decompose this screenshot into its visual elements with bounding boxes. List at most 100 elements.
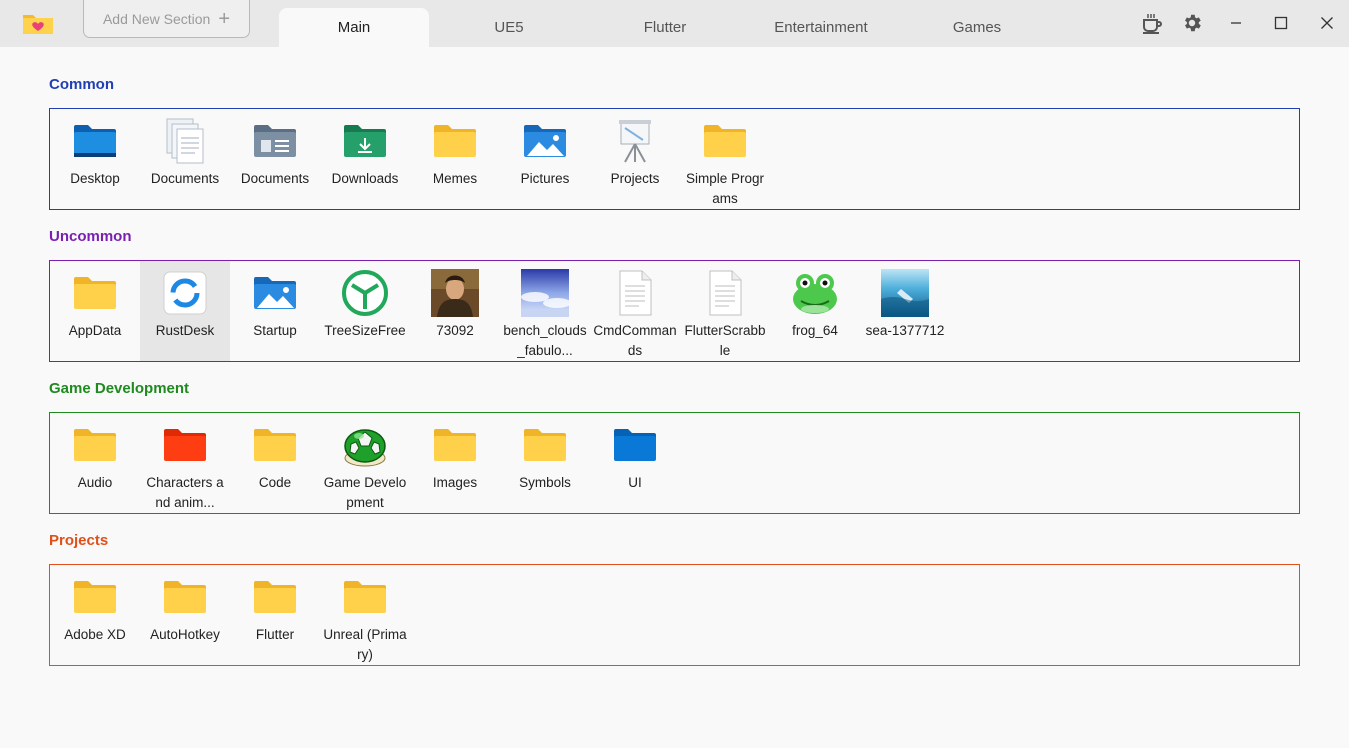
folder-heart-icon — [22, 12, 54, 35]
shortcut-item[interactable]: Adobe XD — [50, 565, 140, 665]
shortcut-item[interactable]: Startup — [230, 261, 320, 361]
tab-flutter[interactable]: Flutter — [590, 8, 740, 47]
shortcut-item[interactable]: Game Development — [320, 413, 410, 513]
shortcut-label: Downloads — [331, 171, 399, 186]
section-title: Game Development — [49, 380, 190, 397]
close-icon[interactable] — [1313, 9, 1341, 37]
shortcut-label: AutoHotkey — [150, 627, 220, 642]
shortcut-item[interactable]: Images — [410, 413, 500, 513]
shortcut-label: CmdCommands — [593, 323, 677, 358]
shortcut-label: Documents — [240, 171, 310, 186]
shortcut-item[interactable]: AppData — [50, 261, 140, 361]
shortcut-label: Game Development — [323, 475, 407, 510]
section-title: Common — [49, 76, 114, 93]
presentation-easel-icon — [611, 117, 659, 165]
add-section-label: Add New Section — [102, 10, 211, 27]
green-shell-icon — [341, 421, 389, 469]
shortcut-item[interactable]: sea-1377712 — [860, 261, 950, 361]
section-box: Desktop Documents Documents Downloads Mem… — [49, 108, 1300, 210]
coffee-icon[interactable] — [1138, 9, 1166, 37]
folder-icon — [431, 117, 479, 165]
pictures-folder-icon — [251, 269, 299, 317]
shortcut-label: Images — [432, 475, 478, 490]
shortcut-label: Code — [258, 475, 292, 490]
section-title: Uncommon — [49, 228, 132, 245]
shortcut-item[interactable]: Symbols — [500, 413, 590, 513]
shortcut-label: Audio — [77, 475, 113, 490]
section-box: Audio Characters and anim... Code Game De… — [49, 412, 1300, 514]
shortcut-item[interactable]: Flutter — [230, 565, 320, 665]
shortcut-item[interactable]: bench_clouds_fabulo... — [500, 261, 590, 361]
shortcut-label: Pictures — [520, 171, 570, 186]
blue-folder-icon — [611, 421, 659, 469]
maximize-icon[interactable] — [1267, 9, 1295, 37]
treesize-app-icon — [341, 269, 389, 317]
shortcut-label: FlutterScrabble — [684, 323, 766, 358]
sea-image-thumbnail — [881, 269, 929, 317]
portrait-image-thumbnail — [431, 269, 479, 317]
shortcut-item[interactable]: Pictures — [500, 109, 590, 209]
shortcut-label: sea-1377712 — [865, 323, 945, 338]
shortcut-item[interactable]: AutoHotkey — [140, 565, 230, 665]
gear-icon[interactable] — [1178, 9, 1206, 37]
shortcut-item[interactable]: Desktop — [50, 109, 140, 209]
shortcut-label: bench_clouds_fabulo... — [503, 323, 587, 358]
shortcut-item[interactable]: Characters and anim... — [140, 413, 230, 513]
shortcut-label: AppData — [68, 323, 122, 338]
folder-icon — [71, 573, 119, 621]
shortcut-item[interactable]: UI — [590, 413, 680, 513]
shortcut-item[interactable]: Projects — [590, 109, 680, 209]
shortcut-item[interactable]: Documents — [230, 109, 320, 209]
shortcut-item[interactable]: TreeSizeFree — [320, 261, 410, 361]
text-file-icon — [701, 269, 749, 317]
shortcut-label: Adobe XD — [64, 627, 126, 642]
title-bar: Add New Section + Main UE5 Flutter Enter… — [0, 0, 1349, 47]
folder-icon — [71, 421, 119, 469]
shortcut-label: UI — [628, 475, 642, 490]
tab-games[interactable]: Games — [902, 8, 1052, 47]
folder-icon — [251, 573, 299, 621]
tab-entertainment[interactable]: Entertainment — [746, 8, 896, 47]
tab-ue5[interactable]: UE5 — [434, 8, 584, 47]
shortcut-label: Startup — [253, 323, 297, 338]
frog-image-icon — [791, 269, 839, 317]
tab-label: Games — [952, 19, 1002, 36]
add-new-section-button[interactable]: Add New Section + — [83, 0, 250, 38]
tab-label: UE5 — [494, 19, 524, 36]
folder-icon — [71, 269, 119, 317]
shortcut-item[interactable]: frog_64 — [770, 261, 860, 361]
tab-label: Flutter — [643, 19, 687, 36]
shortcut-item[interactable]: Audio — [50, 413, 140, 513]
shortcut-item[interactable]: Downloads — [320, 109, 410, 209]
shortcut-item[interactable]: Simple Programs — [680, 109, 770, 209]
rustdesk-app-icon — [161, 269, 209, 317]
text-file-icon — [611, 269, 659, 317]
shortcut-item[interactable]: Unreal (Primary) — [320, 565, 410, 665]
section-title: Projects — [49, 532, 109, 549]
shortcut-item[interactable]: CmdCommands — [590, 261, 680, 361]
shortcut-label: Symbols — [519, 475, 571, 490]
shortcut-item[interactable]: FlutterScrabble — [680, 261, 770, 361]
shortcut-item[interactable]: 73092 — [410, 261, 500, 361]
shortcut-label: Characters and anim... — [146, 475, 224, 510]
shortcut-label: frog_64 — [792, 323, 838, 338]
shortcut-item[interactable]: Code — [230, 413, 320, 513]
shortcut-item[interactable]: RustDesk — [140, 261, 230, 361]
folder-icon — [431, 421, 479, 469]
red-folder-icon — [161, 421, 209, 469]
tab-label: Main — [337, 19, 371, 36]
plus-icon: + — [218, 7, 231, 30]
shortcut-label: Unreal (Primary) — [323, 627, 407, 662]
shortcut-label: TreeSizeFree — [324, 323, 406, 338]
folder-icon — [701, 117, 749, 165]
desktop-folder-icon — [71, 117, 119, 165]
folder-icon — [161, 573, 209, 621]
shortcut-item[interactable]: Memes — [410, 109, 500, 209]
shortcut-item[interactable]: Documents — [140, 109, 230, 209]
folder-icon — [521, 421, 569, 469]
minimize-icon[interactable] — [1222, 9, 1250, 37]
shortcut-label: Documents — [150, 171, 220, 186]
pictures-folder-icon — [521, 117, 569, 165]
tab-main[interactable]: Main — [279, 8, 429, 47]
folder-icon — [251, 421, 299, 469]
